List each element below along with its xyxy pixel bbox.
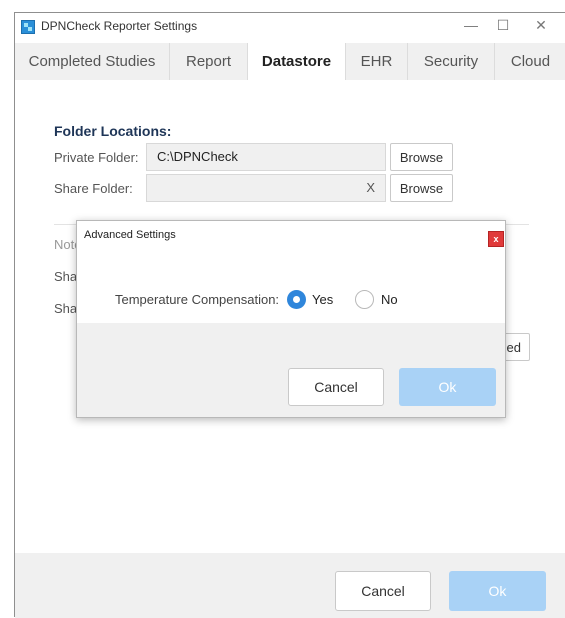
folder-locations-title: Folder Locations: — [54, 123, 172, 139]
private-folder-field[interactable]: C:\DPNCheck — [146, 143, 386, 171]
radio-yes-icon[interactable] — [287, 290, 306, 309]
radio-yes-label[interactable]: Yes — [312, 292, 333, 307]
dialog-close-icon[interactable]: x — [488, 231, 504, 247]
cancel-button[interactable]: Cancel — [335, 571, 431, 611]
ok-button[interactable]: Ok — [449, 571, 546, 611]
radio-no-icon[interactable] — [355, 290, 374, 309]
title-bar: DPNCheck Reporter Settings — ☐ ✕ — [15, 13, 565, 41]
tab-security[interactable]: Security — [408, 43, 495, 80]
tab-bar: Completed Studies Report Datastore EHR S… — [15, 43, 565, 80]
tab-completed-studies[interactable]: Completed Studies — [15, 43, 170, 80]
tab-datastore[interactable]: Datastore — [248, 43, 345, 80]
share-folder-browse-button[interactable]: Browse — [390, 174, 453, 202]
share-folder-field[interactable]: X — [146, 174, 386, 202]
close-icon[interactable]: ✕ — [526, 17, 556, 34]
dialog-cancel-button[interactable]: Cancel — [288, 368, 384, 406]
advanced-settings-dialog: Advanced Settings x Temperature Compensa… — [76, 220, 506, 418]
private-folder-label: Private Folder: — [54, 150, 139, 165]
radio-no-label[interactable]: No — [381, 292, 398, 307]
tab-cloud[interactable]: Cloud — [495, 43, 565, 80]
tab-ehr[interactable]: EHR — [345, 43, 408, 80]
share-folder-label: Share Folder: — [54, 181, 133, 196]
dialog-footer: Cancel Ok — [77, 323, 505, 417]
bottom-action-bar: Cancel Ok — [15, 553, 565, 618]
private-folder-value: C:\DPNCheck — [157, 149, 238, 164]
clear-icon[interactable]: X — [366, 180, 375, 195]
maximize-icon[interactable]: ☐ — [488, 17, 518, 34]
dialog-title: Advanced Settings — [84, 229, 176, 241]
window-title: DPNCheck Reporter Settings — [41, 19, 198, 33]
private-folder-browse-button[interactable]: Browse — [390, 143, 453, 171]
app-icon — [21, 20, 35, 34]
dialog-ok-button[interactable]: Ok — [399, 368, 496, 406]
minimize-icon[interactable]: — — [456, 17, 486, 33]
temperature-compensation-label: Temperature Compensation: — [115, 292, 280, 307]
tab-report[interactable]: Report — [170, 43, 248, 80]
